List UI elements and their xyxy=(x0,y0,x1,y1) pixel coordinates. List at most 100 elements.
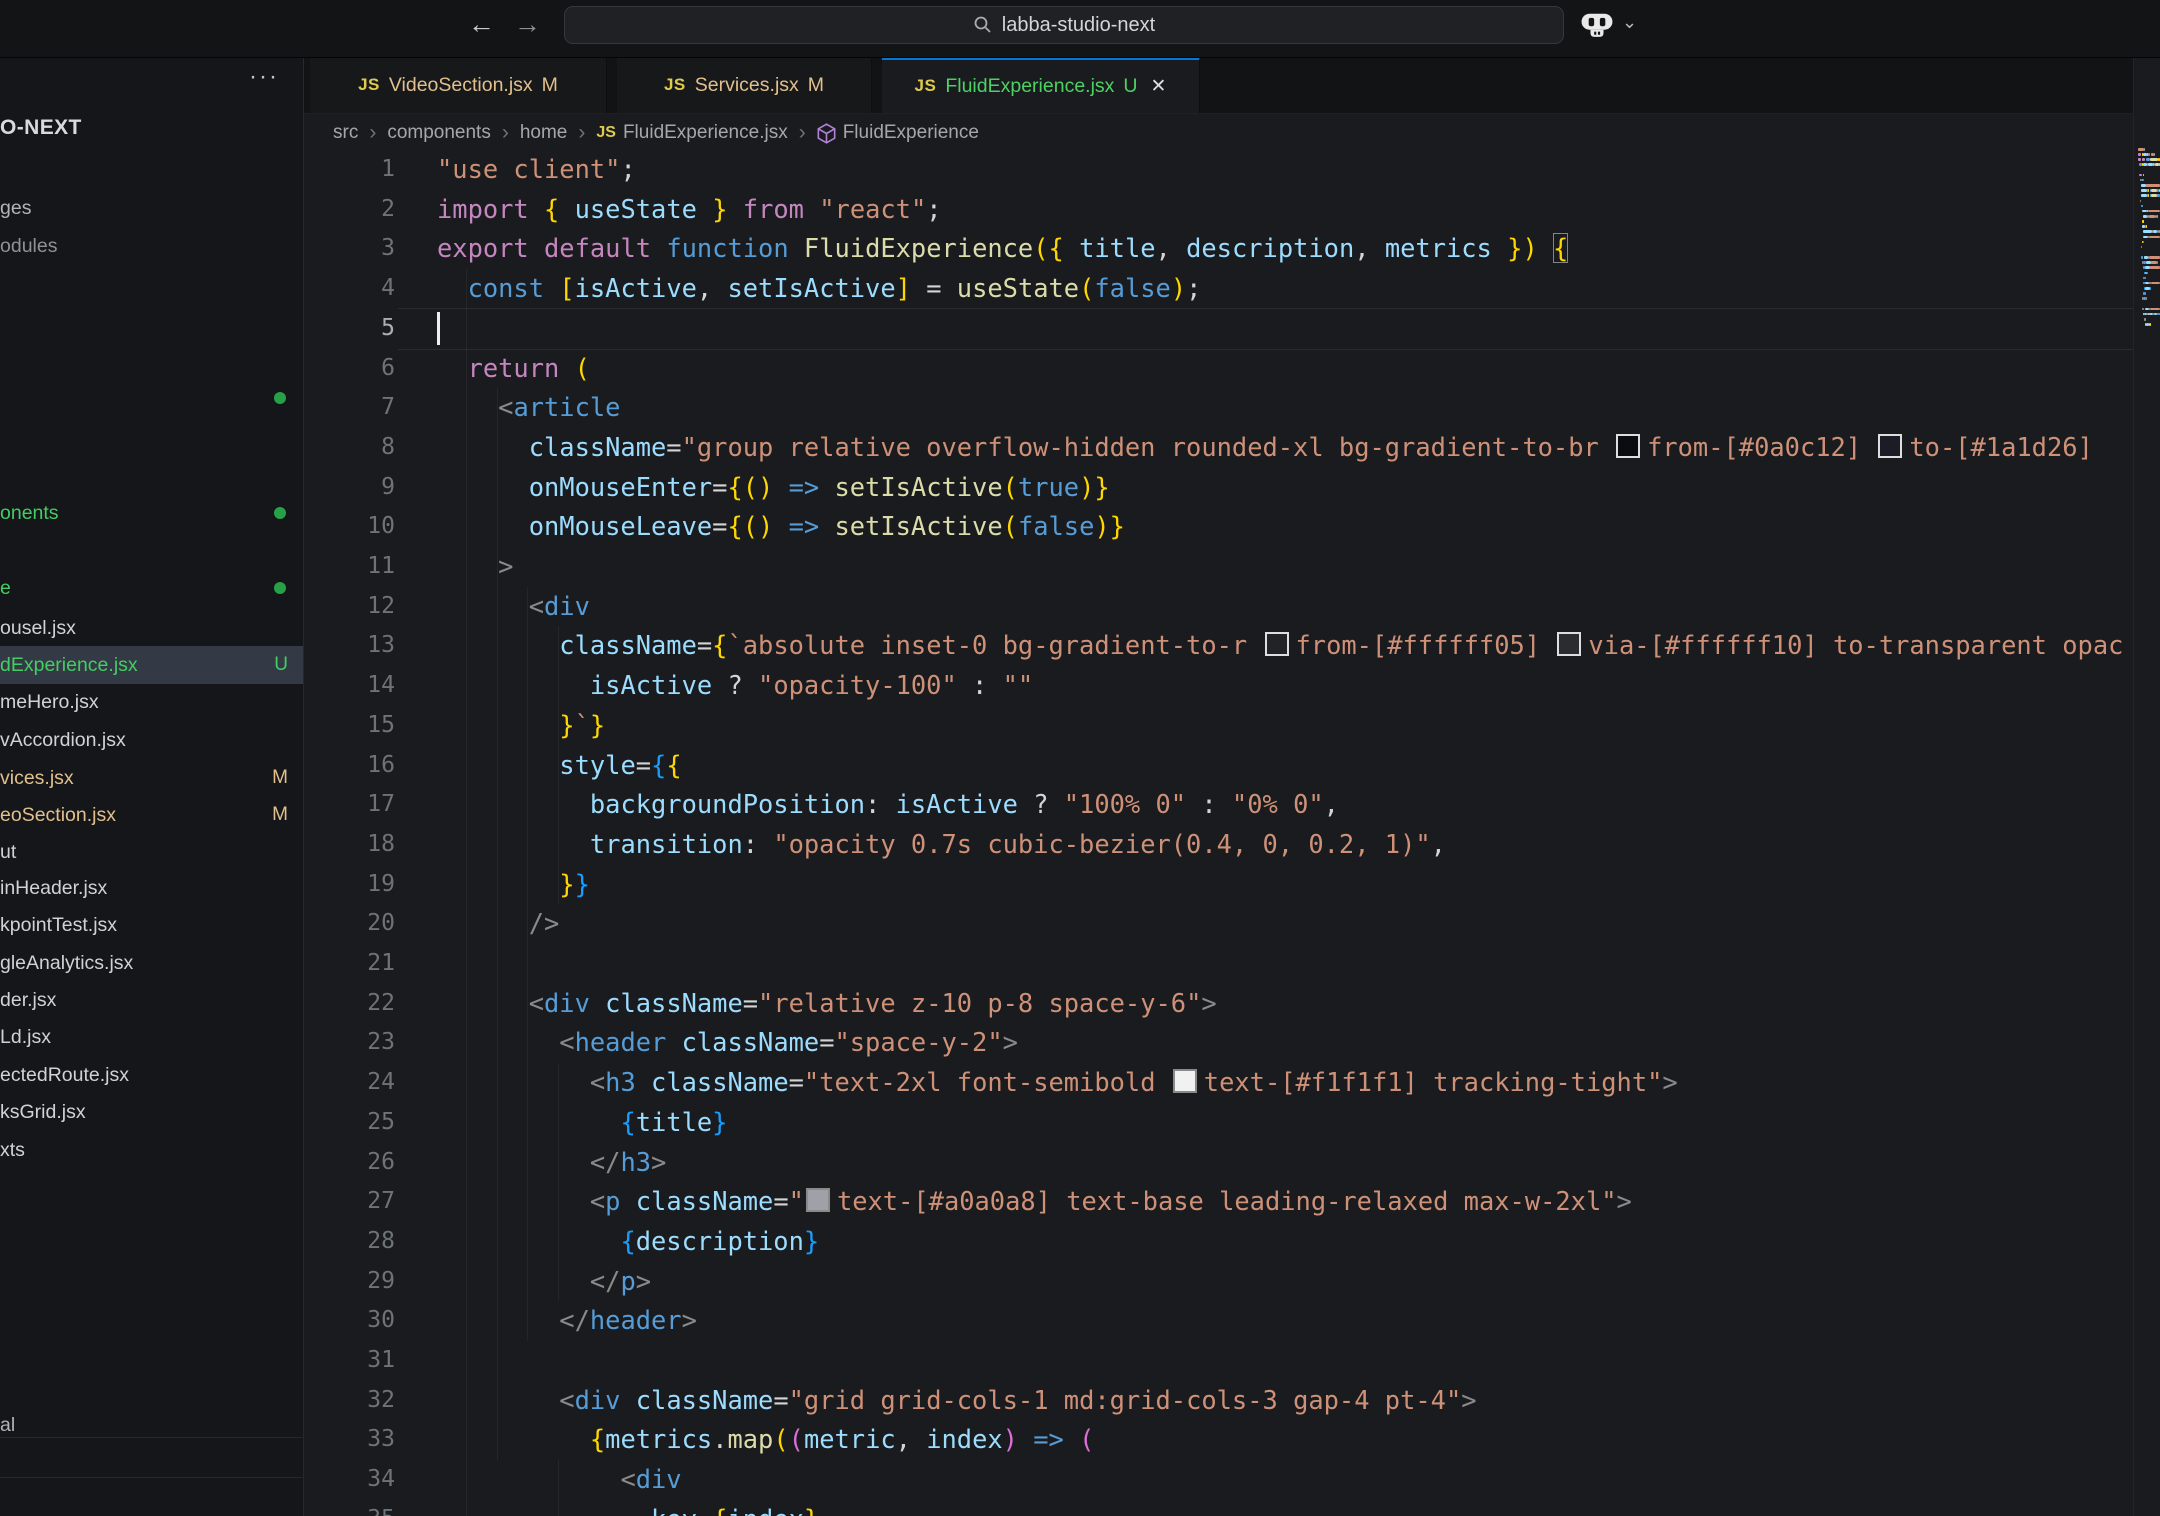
code-line[interactable]: }`} xyxy=(437,706,605,746)
code-token: = xyxy=(636,750,651,780)
code-token: text-[#a0a0a8] text-base leading-relaxed… xyxy=(837,1186,1617,1216)
file-item-hidden[interactable] xyxy=(0,379,303,417)
code-token: < xyxy=(529,988,544,1018)
code-line[interactable]: </header> xyxy=(437,1301,697,1341)
file-item-gleAnalytics.jsx[interactable]: gleAnalytics.jsx xyxy=(0,944,303,982)
minimap-line xyxy=(2150,158,2158,161)
code-editor[interactable]: 1234567891011121314151617181920212223242… xyxy=(303,57,2160,1516)
workspace-name[interactable]: O-NEXT xyxy=(0,116,82,140)
file-item-ectedRoute.jsx[interactable]: ectedRoute.jsx xyxy=(0,1056,303,1094)
code-token: metric xyxy=(804,1424,896,1454)
file-item-ut[interactable]: ut xyxy=(0,833,303,871)
file-item-inHeader.jsx[interactable]: inHeader.jsx xyxy=(0,869,303,907)
explorer-sidebar: ··· O-NEXT gesodules onents eousel.jsxdExp… xyxy=(0,57,304,1516)
copilot-menu[interactable]: ⌄ xyxy=(1578,8,1637,42)
file-item-ges[interactable]: ges xyxy=(0,189,303,227)
code-line[interactable]: backgroundPosition: isActive ? "100% 0" … xyxy=(437,785,1339,825)
code-line[interactable]: onMouseLeave={() => setIsActive(false)} xyxy=(437,507,1125,547)
code-line[interactable]: {title} xyxy=(437,1103,727,1143)
code-line[interactable]: transition: "opacity 0.7s cubic-bezier(0… xyxy=(437,825,1446,865)
forward-arrow-icon[interactable]: → xyxy=(514,9,541,40)
minimap-line xyxy=(2145,277,2146,280)
code-line[interactable]: }} xyxy=(437,865,590,905)
code-line[interactable]: "use client"; xyxy=(437,150,636,190)
code-line[interactable]: {metrics.map((metric, index) => ( xyxy=(437,1420,1094,1460)
code-line[interactable]: <div className="grid grid-cols-1 md:grid… xyxy=(437,1381,1477,1421)
back-arrow-icon[interactable]: ← xyxy=(468,9,495,40)
command-center-search[interactable]: labba-studio-next xyxy=(564,6,1564,44)
code-line[interactable]: export default function FluidExperience(… xyxy=(437,229,1568,269)
code-token xyxy=(437,591,529,621)
code-token xyxy=(804,194,819,224)
code-token xyxy=(1492,233,1507,263)
file-item-der.jsx[interactable]: der.jsx xyxy=(0,981,303,1019)
code-token: = xyxy=(712,511,727,541)
code-line[interactable]: className={`absolute inset-0 bg-gradient… xyxy=(437,626,2123,666)
code-line[interactable]: isActive ? "opacity-100" : "" xyxy=(437,666,1033,706)
code-token: title xyxy=(636,1107,712,1137)
code-line[interactable]: const [isActive, setIsActive] = useState… xyxy=(437,269,1201,309)
code-line[interactable]: </p> xyxy=(437,1262,651,1302)
file-item-Ld.jsx[interactable]: Ld.jsx xyxy=(0,1018,303,1056)
code-token: < xyxy=(590,1186,605,1216)
code-token xyxy=(529,233,544,263)
code-line[interactable]: <header className="space-y-2"> xyxy=(437,1023,1018,1063)
file-item-al[interactable]: al xyxy=(0,1406,303,1444)
code-line[interactable]: <div xyxy=(437,1460,682,1500)
code-token xyxy=(529,194,544,224)
file-item-vAccordion.jsx[interactable]: vAccordion.jsx xyxy=(0,721,303,759)
code-line[interactable]: <div xyxy=(437,587,590,627)
file-item-onents[interactable]: onents xyxy=(0,494,303,532)
code-token: backgroundPosition xyxy=(590,789,865,819)
code-token xyxy=(544,273,559,303)
code-line[interactable]: <p className="text-[#a0a0a8] text-base l… xyxy=(437,1182,1632,1222)
code-line[interactable]: return ( xyxy=(437,349,590,389)
file-item-ousel.jsx[interactable]: ousel.jsx xyxy=(0,609,303,647)
file-item-vices.jsx[interactable]: vices.jsxM xyxy=(0,759,303,797)
code-line[interactable]: </h3> xyxy=(437,1143,666,1183)
code-token xyxy=(789,233,804,263)
code-token: p xyxy=(620,1266,635,1296)
line-number: 8 xyxy=(303,428,395,468)
git-change-dot-icon xyxy=(274,507,286,519)
code-token: < xyxy=(498,392,513,422)
code-token: => xyxy=(1033,1424,1064,1454)
code-line[interactable]: > xyxy=(437,547,513,587)
code-token: "relative z-10 p-8 space-y-6" xyxy=(758,988,1201,1018)
code-token xyxy=(437,1504,651,1516)
minimap-line xyxy=(2142,205,2144,208)
file-item-ksGrid.jsx[interactable]: ksGrid.jsx xyxy=(0,1093,303,1131)
minimap[interactable] xyxy=(2133,57,2160,1516)
code-token: article xyxy=(513,392,620,422)
file-item-xts[interactable]: xts xyxy=(0,1131,303,1169)
file-item-meHero.jsx[interactable]: meHero.jsx xyxy=(0,683,303,721)
color-swatch-icon xyxy=(1616,434,1640,458)
line-number: 27 xyxy=(303,1182,395,1222)
git-status-badge: M xyxy=(272,804,288,826)
minimap-line xyxy=(2139,174,2142,177)
code-line[interactable]: style={{ xyxy=(437,746,682,786)
line-number: 33 xyxy=(303,1420,395,1460)
code-line[interactable]: onMouseEnter={() => setIsActive(true)} xyxy=(437,468,1110,508)
code-token: > xyxy=(1662,1067,1677,1097)
code-line[interactable]: <div className="relative z-10 p-8 space-… xyxy=(437,984,1217,1024)
file-item-kpointTest.jsx[interactable]: kpointTest.jsx xyxy=(0,906,303,944)
explorer-more-actions-icon[interactable]: ··· xyxy=(249,63,279,91)
code-line[interactable]: {description} xyxy=(437,1222,819,1262)
code-line[interactable]: <article xyxy=(437,388,620,428)
minimap-line xyxy=(2142,210,2147,213)
code-line[interactable]: className="group relative overflow-hidde… xyxy=(437,428,2093,468)
color-swatch-icon xyxy=(1265,632,1289,656)
code-token: "0% 0" xyxy=(1232,789,1324,819)
code-line[interactable]: import { useState } from "react"; xyxy=(437,190,942,230)
code-token: ; xyxy=(1186,273,1201,303)
file-item-e[interactable]: e xyxy=(0,569,303,607)
code-line[interactable]: key={index} xyxy=(437,1500,819,1516)
file-item-dExperience.jsx[interactable]: dExperience.jsxU xyxy=(0,646,303,684)
code-line[interactable]: <h3 className="text-2xl font-semibold te… xyxy=(437,1063,1678,1103)
file-item-odules[interactable]: odules xyxy=(0,227,303,265)
minimap-line xyxy=(2150,287,2151,290)
file-item-eoSection.jsx[interactable]: eoSection.jsxM xyxy=(0,796,303,834)
code-line[interactable]: /> xyxy=(437,904,559,944)
line-number: 28 xyxy=(303,1222,395,1262)
